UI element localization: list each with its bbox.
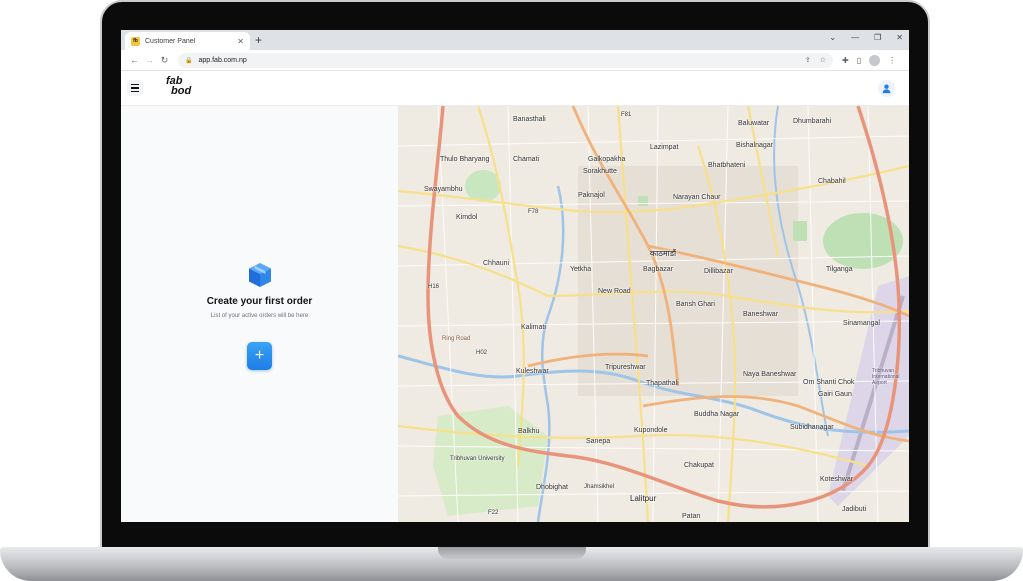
map-label: Sanepa [586, 438, 611, 445]
map-label: Lazimpat [650, 144, 679, 151]
map-label: Subidhanagar [790, 424, 834, 431]
orders-panel: Create your first order List of your act… [121, 106, 398, 522]
app-header: fab bod [121, 72, 909, 106]
logo[interactable]: fab bod [166, 76, 196, 102]
map-label: New Road [598, 288, 631, 295]
new-tab-icon[interactable]: + [255, 32, 262, 48]
share-icon[interactable]: ⇪ [805, 56, 811, 64]
map-label: Gairi Gaun [818, 391, 852, 398]
map-label: Thapathali [646, 380, 679, 387]
map-label: Chhauni [483, 260, 510, 267]
map-label: Kuleshwar [516, 368, 549, 375]
map-label: Lalitpur [630, 494, 657, 503]
map-label: Bansh Ghari [676, 301, 715, 308]
screen: fb Customer Panel ✕ + ⌄ — ❐ ✕ ← → ↻ 🔒 ap… [121, 30, 909, 522]
profile-icon[interactable] [869, 54, 881, 66]
close-icon[interactable]: ✕ [237, 37, 244, 46]
address-bar[interactable]: 🔒 app.fab.com.np ⇪ ☆ [178, 52, 833, 68]
map-label: Kimdol [456, 214, 478, 221]
map-label: Sorakhutte [583, 168, 617, 175]
browser-tabstrip: fb Customer Panel ✕ + ⌄ — ❐ ✕ [121, 30, 909, 50]
close-window-icon[interactable]: ✕ [896, 33, 903, 42]
star-icon[interactable]: ☆ [820, 56, 826, 64]
map-label: Buddha Nagar [694, 411, 740, 418]
sidepanel-icon[interactable]: ▯ [857, 56, 861, 65]
map[interactable]: Banasthali Lazimpat Baluwatar Dhumbarahi… [398, 106, 909, 522]
map-label: Banasthali [513, 116, 546, 123]
map-label: Chamati [513, 156, 540, 163]
url-text: app.fab.com.np [198, 56, 247, 64]
chevron-down-icon[interactable]: ⌄ [829, 33, 836, 42]
create-order-button[interactable]: + [247, 342, 272, 370]
map-label: Koteshwar [820, 476, 854, 483]
map-label: Balkhu [518, 428, 540, 435]
map-label: Paknajol [578, 192, 605, 199]
map-label: Swayambhu [424, 186, 463, 193]
map-label: Tribhuvan University [450, 456, 505, 462]
map-label: Sinamangal [843, 320, 880, 327]
map-label: Ring Road [442, 336, 471, 342]
map-label: Tripureshwar [605, 364, 646, 371]
minimize-icon[interactable]: — [851, 33, 859, 42]
map-label: H02 [476, 350, 488, 356]
map-label: Baluwatar [738, 120, 770, 127]
map-label: Patan [682, 513, 701, 520]
map-label: Yetkha [570, 266, 592, 273]
map-label: Jhamsikhel [584, 484, 615, 490]
favicon-icon: fb [131, 36, 140, 46]
map-label: Bishalnagar [736, 142, 773, 149]
restore-icon[interactable]: ❐ [874, 33, 881, 42]
map-label: Tribhuvan International Airport [872, 368, 900, 386]
map-label: Chakupat [684, 462, 714, 469]
map-label: Thulo Bharyang [440, 156, 490, 163]
browser-tab[interactable]: fb Customer Panel ✕ [125, 32, 250, 50]
empty-state-title: Create your first order [206, 296, 313, 307]
plus-icon: + [254, 347, 265, 364]
park-swayambhu [465, 170, 501, 202]
map-label: F78 [528, 209, 539, 215]
map-label: Om Shanti Chok [803, 379, 855, 386]
map-label: Bagbazar [643, 266, 673, 273]
package-box-icon [248, 263, 271, 287]
logo-line2: bod [171, 85, 192, 97]
map-label: Jadibuti [842, 506, 867, 513]
map-label: Baneshwar [743, 311, 779, 318]
map-label: Galkopakha [588, 156, 626, 163]
lock-icon[interactable]: 🔒 [185, 57, 192, 64]
map-label: H16 [428, 284, 440, 290]
browser-toolbar: ← → ↻ 🔒 app.fab.com.np ⇪ ☆ ✚ ▯ ⋮ [121, 50, 909, 71]
kebab-menu-icon[interactable]: ⋮ [888, 56, 896, 65]
reload-icon[interactable]: ↻ [157, 55, 172, 66]
map-label: F81 [621, 112, 632, 118]
user-avatar-icon[interactable] [878, 80, 895, 97]
map-label: Chabahil [818, 178, 846, 185]
window-controls: ⌄ — ❐ ✕ [829, 33, 903, 42]
empty-state: Create your first order List of your act… [121, 262, 398, 319]
map-label: काठमाडौं [650, 249, 677, 258]
map-label: Dhumbarahi [793, 118, 832, 125]
menu-icon[interactable] [127, 80, 143, 96]
map-label: Dillibazar [704, 268, 733, 275]
map-label: Kalimati [521, 324, 546, 331]
tab-title: Customer Panel [145, 37, 196, 45]
extensions-icon[interactable]: ✚ [842, 56, 849, 65]
forward-icon[interactable]: → [142, 55, 157, 65]
map-label: Narayan Chaur [673, 194, 721, 201]
map-label: Bhatbhateni [708, 162, 746, 169]
map-label: Kupondole [634, 427, 668, 434]
laptop-notch [438, 547, 586, 559]
map-label: F22 [488, 510, 499, 516]
back-icon[interactable]: ← [127, 55, 142, 65]
map-label: Naya Baneshwar [743, 371, 797, 378]
map-label: Dhobighat [536, 484, 568, 491]
map-label: Tilganga [826, 266, 853, 273]
empty-state-subtitle: List of your active orders will be here [210, 313, 309, 319]
